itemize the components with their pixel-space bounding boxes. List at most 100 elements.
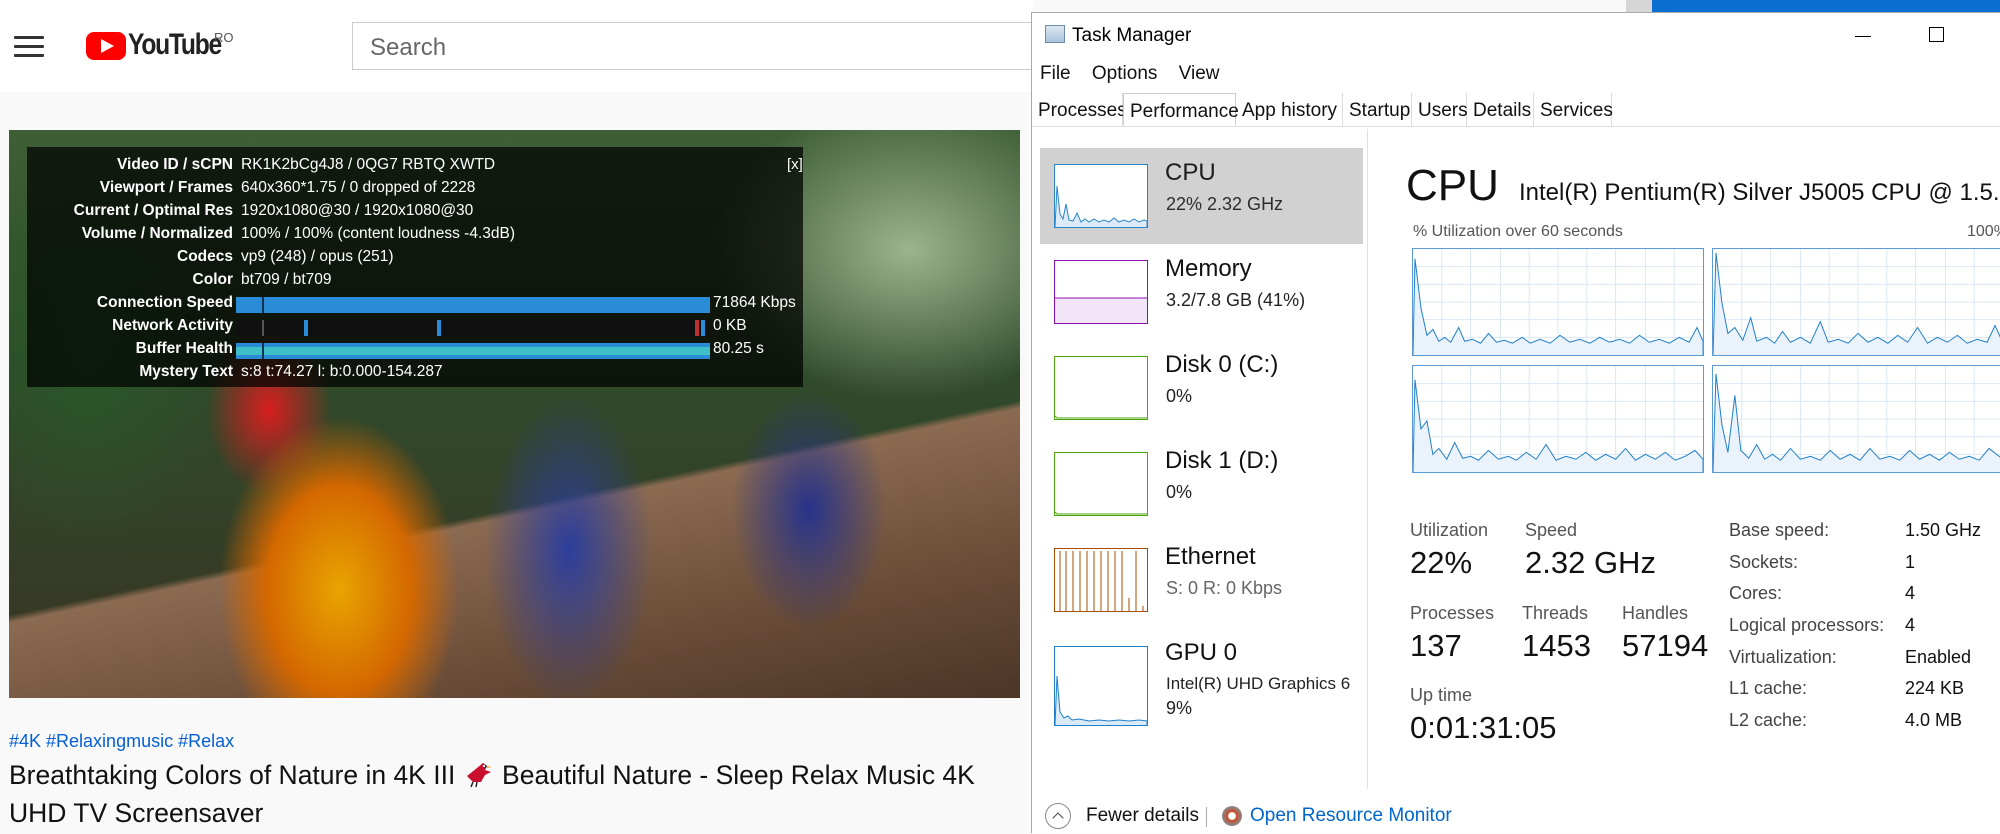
pane-divider[interactable] — [1367, 129, 1368, 789]
spec-value: 1.50 GHz — [1905, 520, 1982, 540]
disk-0-thumbnail-graph — [1054, 356, 1148, 420]
spec-value: 4.0 MB — [1905, 710, 1963, 730]
sidebar-item-disk-0[interactable]: Disk 0 (C:) 0% — [1040, 340, 1363, 436]
cpu-core-graph-1 — [1712, 248, 2000, 356]
disk-1-thumbnail-graph — [1054, 452, 1148, 516]
stats-value: bt709 / bt709 — [241, 271, 332, 288]
sidebar-item-label: CPU — [1165, 159, 1216, 186]
open-resource-monitor-link[interactable]: Open Resource Monitor — [1250, 805, 1452, 827]
tab-details[interactable]: Details — [1467, 93, 1534, 126]
minimize-icon[interactable] — [1855, 36, 1871, 37]
spec-label: Sockets: — [1729, 552, 1799, 572]
fewer-details-button[interactable]: Fewer details — [1086, 805, 1199, 827]
stats-label: Volume / Normalized — [81, 225, 233, 242]
sidebar-item-label: GPU 0 — [1165, 639, 1238, 666]
youtube-header: YouTube RO Search — [0, 0, 1052, 92]
sidebar-item-detail: 9% — [1166, 698, 1193, 718]
title-bar[interactable]: Task Manager — [1032, 13, 2000, 57]
stats-row: Color bt709 / bt709 — [27, 271, 803, 293]
menu-file[interactable]: File — [1040, 63, 1071, 84]
task-manager-app-icon — [1045, 25, 1065, 43]
spec-label: Virtualization: — [1729, 647, 1837, 667]
video-player[interactable]: [x] Video ID / sCPN RK1K2bCg4J8 / 0QG7 R… — [9, 130, 1020, 698]
tab-bar: Processes Performance App history Startu… — [1032, 93, 2000, 127]
gpu-thumbnail-graph — [1054, 646, 1148, 726]
network-activity-bar — [236, 320, 710, 336]
graph-caption: % Utilization over 60 seconds — [1413, 223, 1623, 240]
threads-value: 1453 — [1522, 628, 1591, 663]
stats-value: 0 KB — [713, 317, 747, 334]
red-bird-icon — [466, 763, 492, 788]
spec-value: 4 — [1905, 615, 1916, 635]
sidebar-item-label: Memory — [1165, 255, 1252, 282]
spec-label: L2 cache: — [1729, 710, 1808, 730]
cpu-thumbnail-graph — [1054, 164, 1148, 228]
menu-bar: File Options View — [1040, 63, 1236, 85]
stats-for-nerds-panel: [x] Video ID / sCPN RK1K2bCg4J8 / 0QG7 R… — [27, 147, 803, 387]
stats-value: vp9 (248) / opus (251) — [241, 248, 394, 265]
cpu-core-graph-2 — [1412, 365, 1704, 473]
tab-users[interactable]: Users — [1412, 93, 1468, 126]
stats-row: Video ID / sCPN RK1K2bCg4J8 / 0QG7 RBTQ … — [27, 156, 803, 178]
stats-label: Connection Speed — [96, 294, 233, 311]
stats-label: Video ID / sCPN — [117, 156, 233, 173]
search-input[interactable]: Search — [352, 22, 1052, 70]
menu-view[interactable]: View — [1179, 63, 1220, 84]
sidebar-item-gpu-0[interactable]: GPU 0 Intel(R) UHD Graphics 6 9% — [1040, 628, 1363, 738]
resource-monitor-icon — [1222, 806, 1242, 826]
tab-services[interactable]: Services — [1534, 93, 1613, 126]
handles-label: Handles — [1622, 603, 1689, 623]
stats-value: 71864 Kbps — [713, 294, 796, 311]
youtube-logo-text[interactable]: YouTube — [128, 28, 222, 62]
sidebar-item-detail: 3.2/7.8 GB (41%) — [1166, 290, 1306, 310]
video-title: Breathtaking Colors of Nature in 4K III … — [9, 756, 1019, 832]
speed-value: 2.32 GHz — [1525, 545, 1656, 580]
tab-processes[interactable]: Processes — [1032, 93, 1127, 126]
stats-value: 100% / 100% (content loudness -4.3dB) — [241, 225, 516, 242]
hamburger-menu-icon[interactable] — [14, 36, 44, 58]
tab-performance[interactable]: Performance — [1123, 93, 1239, 126]
country-code: RO — [214, 30, 234, 45]
sidebar-item-label: Ethernet — [1165, 543, 1256, 570]
memory-thumbnail-graph — [1054, 260, 1148, 324]
uptime-value: 0:01:31:05 — [1410, 710, 1557, 745]
tab-startup[interactable]: Startup — [1343, 93, 1412, 126]
cpu-heading: CPU — [1406, 161, 1499, 210]
stats-row: Viewport / Frames 640x360*1.75 / 0 dropp… — [27, 179, 803, 201]
video-title-part: Breathtaking Colors of Nature in 4K III — [9, 760, 463, 790]
stats-value: 80.25 s — [713, 340, 764, 357]
sidebar-item-detail: 0% — [1166, 386, 1193, 406]
background-window-edge — [1626, 0, 1652, 12]
sidebar-item-label: Disk 1 (D:) — [1165, 447, 1279, 474]
sidebar-item-cpu[interactable]: CPU 22% 2.32 GHz — [1040, 148, 1363, 244]
spec-value: 4 — [1905, 583, 1916, 603]
uptime-label: Up time — [1410, 685, 1473, 705]
spec-label: L1 cache: — [1729, 678, 1808, 698]
video-hashtags[interactable]: #4K #Relaxingmusic #Relax — [9, 731, 234, 752]
youtube-page: YouTube RO Search [x] Video ID / sCPN RK… — [0, 0, 1052, 833]
stats-value: s:8 t:74.27 l: b:0.000-154.287 — [241, 363, 443, 380]
buffer-health-bar — [236, 343, 710, 359]
sidebar-item-ethernet[interactable]: Ethernet S: 0 R: 0 Kbps — [1040, 532, 1363, 628]
buffer-health-row: Buffer Health 80.25 s — [27, 340, 803, 362]
tab-app-history[interactable]: App history — [1236, 93, 1343, 126]
spec-label: Logical processors: — [1729, 615, 1885, 635]
stats-label: Color — [192, 271, 233, 288]
threads-label: Threads — [1522, 603, 1589, 623]
chevron-up-icon[interactable] — [1045, 803, 1071, 829]
stats-row: Codecs vp9 (248) / opus (251) — [27, 248, 803, 270]
youtube-logo-icon[interactable] — [86, 32, 126, 60]
sidebar-item-disk-1[interactable]: Disk 1 (D:) 0% — [1040, 436, 1363, 532]
cpu-model-name: Intel(R) Pentium(R) Silver J5005 CPU @ 1… — [1519, 179, 2000, 206]
processes-value: 137 — [1410, 628, 1462, 663]
cpu-core-graph-3 — [1712, 365, 2000, 473]
sidebar-item-detail: 22% 2.32 GHz — [1166, 194, 1284, 214]
sidebar-item-memory[interactable]: Memory 3.2/7.8 GB (41%) — [1040, 244, 1363, 340]
maximize-icon[interactable] — [1929, 27, 1944, 42]
handles-value: 57194 — [1622, 628, 1709, 663]
sidebar-item-label: Disk 0 (C:) — [1165, 351, 1279, 378]
menu-options[interactable]: Options — [1092, 63, 1157, 84]
stats-value: RK1K2bCg4J8 / 0QG7 RBTQ XWTD — [241, 156, 496, 173]
speed-label: Speed — [1525, 520, 1578, 540]
spec-value: 224 KB — [1905, 678, 1965, 698]
